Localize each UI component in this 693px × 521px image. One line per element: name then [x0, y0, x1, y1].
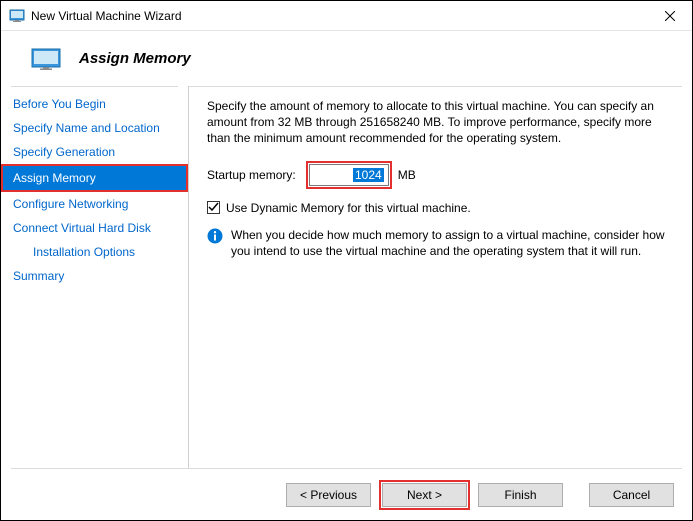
sidebar-item-configure-networking[interactable]: Configure Networking: [1, 192, 188, 216]
startup-memory-unit: MB: [398, 168, 416, 182]
next-button-highlight: Next >: [379, 480, 470, 510]
wizard-sidebar: Before You Begin Specify Name and Locati…: [1, 86, 189, 468]
intro-text: Specify the amount of memory to allocate…: [207, 98, 672, 147]
sidebar-item-summary[interactable]: Summary: [1, 264, 188, 288]
dynamic-memory-label: Use Dynamic Memory for this virtual mach…: [226, 201, 471, 215]
sidebar-item-assign-memory[interactable]: Assign Memory: [1, 164, 188, 192]
sidebar-item-specify-generation[interactable]: Specify Generation: [1, 140, 188, 164]
startup-memory-label: Startup memory:: [207, 168, 296, 182]
dynamic-memory-checkbox[interactable]: [207, 201, 220, 214]
window-title: New Virtual Machine Wizard: [31, 9, 647, 23]
app-icon: [9, 8, 25, 24]
wizard-content: Specify the amount of memory to allocate…: [189, 86, 692, 468]
sidebar-item-installation-options[interactable]: Installation Options: [1, 240, 188, 264]
info-icon: [207, 228, 223, 244]
wizard-footer: < Previous Next > Finish Cancel: [11, 468, 682, 520]
close-button[interactable]: [647, 1, 692, 31]
wizard-icon: [31, 48, 61, 70]
page-title: Assign Memory: [79, 50, 191, 67]
info-text: When you decide how much memory to assig…: [231, 227, 672, 259]
finish-button[interactable]: Finish: [478, 483, 563, 507]
previous-button[interactable]: < Previous: [286, 483, 371, 507]
next-button[interactable]: Next >: [382, 483, 467, 507]
sidebar-item-connect-vhd[interactable]: Connect Virtual Hard Disk: [1, 216, 188, 240]
sidebar-item-specify-name[interactable]: Specify Name and Location: [1, 116, 188, 140]
titlebar: New Virtual Machine Wizard: [1, 1, 692, 31]
cancel-button[interactable]: Cancel: [589, 483, 674, 507]
startup-memory-input[interactable]: 1024: [309, 164, 389, 186]
startup-memory-highlight: 1024: [306, 161, 392, 189]
wizard-header: Assign Memory: [1, 31, 692, 86]
sidebar-item-before-you-begin[interactable]: Before You Begin: [1, 92, 188, 116]
startup-memory-value: 1024: [353, 168, 384, 182]
